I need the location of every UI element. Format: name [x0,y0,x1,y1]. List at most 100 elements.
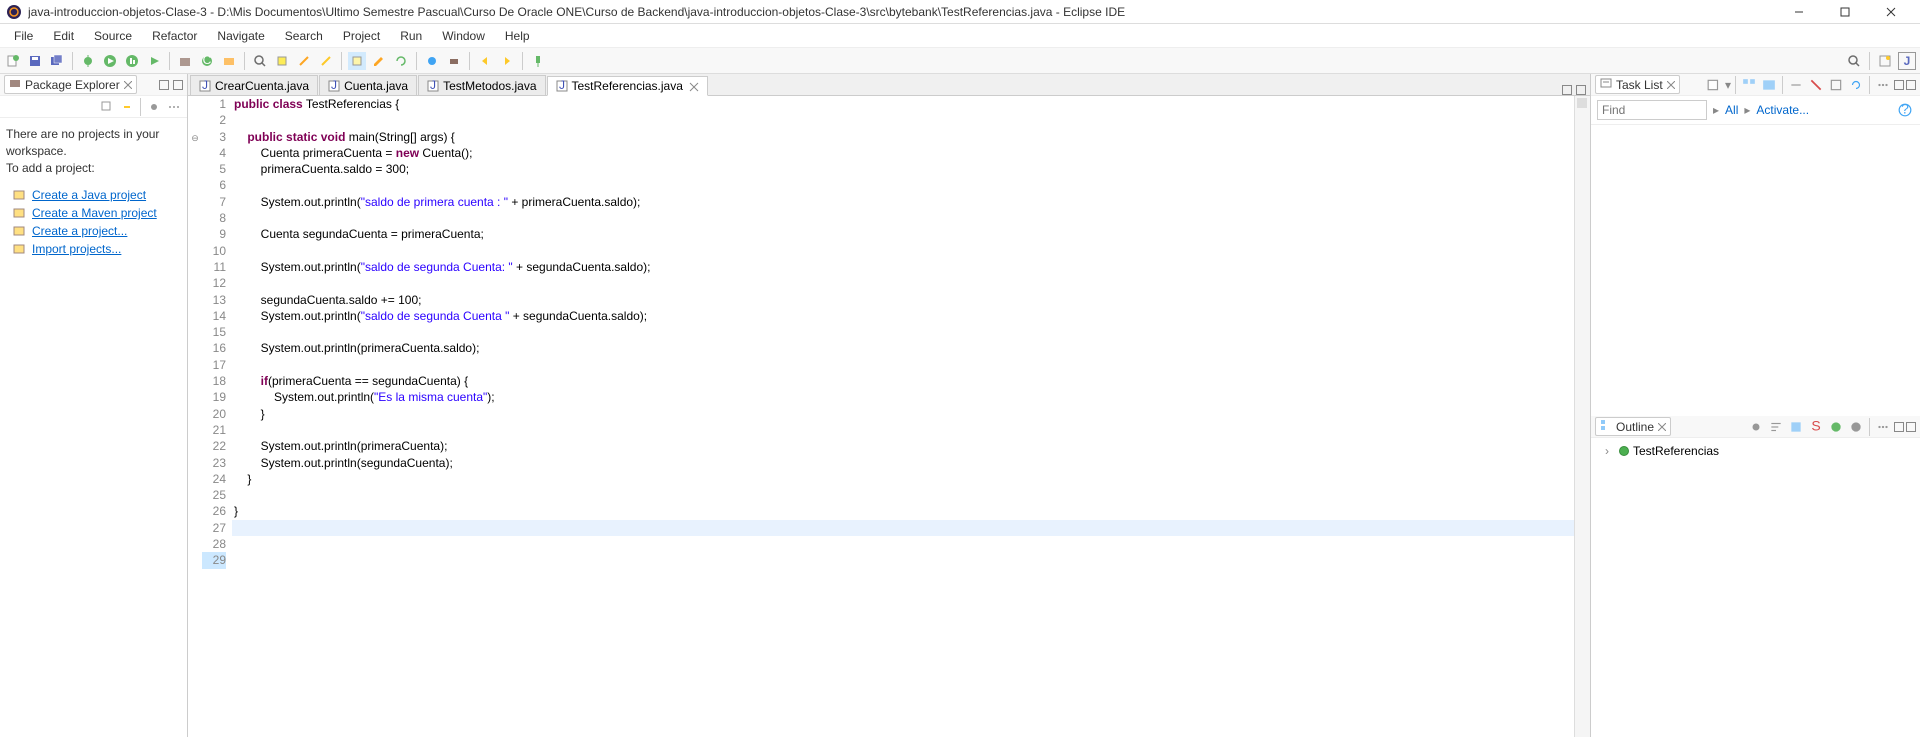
filter-static-icon[interactable]: S [1807,418,1825,436]
project-link[interactable]: Import projects... [12,242,181,256]
menu-refactor[interactable]: Refactor [142,27,207,45]
link-editor-icon[interactable] [118,98,136,116]
minimize-button[interactable] [1776,0,1822,24]
outline-item[interactable]: ›TestReferencias [1597,442,1914,460]
run-last-icon[interactable] [145,52,163,70]
pin-icon[interactable] [529,52,547,70]
schedule-icon[interactable] [1760,76,1778,94]
new-task-icon[interactable] [1705,76,1723,94]
link-label[interactable]: Create a Maven project [32,206,157,220]
menu-source[interactable]: Source [84,27,142,45]
project-link[interactable]: Create a Maven project [12,206,181,220]
editor-tab[interactable]: JCuenta.java [319,75,417,95]
main-toolbar: C J [0,48,1920,74]
minimize-editor-icon[interactable] [1562,85,1572,95]
filter-nonpublic-icon[interactable] [1827,418,1845,436]
code-text-area[interactable]: public class TestReferencias { public st… [232,96,1574,737]
maximize-button[interactable] [1822,0,1868,24]
tab-label: Cuenta.java [344,79,408,93]
menu-project[interactable]: Project [333,27,390,45]
close-tab-icon[interactable] [689,81,699,91]
link-label[interactable]: Create a Java project [32,188,146,202]
focus-task-icon[interactable] [1787,76,1805,94]
menu-window[interactable]: Window [432,27,495,45]
editor-tab[interactable]: JTestReferencias.java [547,76,708,96]
collapse-all-icon[interactable] [98,98,116,116]
open-type-icon[interactable] [220,52,238,70]
project-link[interactable]: Create a Java project [12,188,181,202]
help-icon[interactable]: ? [1896,101,1914,119]
view-menu-icon[interactable] [1874,76,1892,94]
close-view-icon[interactable] [1667,78,1675,92]
pencil-icon[interactable] [370,52,388,70]
task-find-input[interactable] [1597,100,1707,120]
close-view-icon[interactable] [1658,420,1666,434]
dropdown-arrow-icon[interactable]: ▾ [1725,78,1731,92]
toolbar-separator [72,52,73,70]
filter-local-icon[interactable] [1847,418,1865,436]
menu-navigate[interactable]: Navigate [207,27,274,45]
filter-fields-icon[interactable] [1787,418,1805,436]
project-link[interactable]: Create a project... [12,224,181,238]
toggle-mark-icon[interactable] [273,52,291,70]
activate-link[interactable]: Activate... [1756,103,1809,117]
wand-icon[interactable] [295,52,313,70]
menu-file[interactable]: File [4,27,43,45]
maximize-view-icon[interactable] [173,80,183,90]
save-all-icon[interactable] [48,52,66,70]
focus-outline-icon[interactable] [1747,418,1765,436]
sort-icon[interactable] [1767,418,1785,436]
ant-icon[interactable] [445,52,463,70]
view-menu-icon[interactable] [165,98,183,116]
search-access-icon[interactable] [1845,52,1863,70]
tab-label: TestMetodos.java [443,79,536,93]
breakpoint-icon[interactable] [423,52,441,70]
expand-icon[interactable]: › [1605,444,1615,458]
minimize-view-icon[interactable] [1894,80,1904,90]
menu-run[interactable]: Run [390,27,432,45]
window-titlebar: java-introduccion-objetos-Clase-3 - D:\M… [0,0,1920,24]
new-package-icon[interactable] [176,52,194,70]
close-view-icon[interactable] [124,78,132,92]
hide-icon[interactable] [1807,76,1825,94]
close-button[interactable] [1868,0,1914,24]
toolbar-separator [169,52,170,70]
refresh-icon[interactable] [392,52,410,70]
minimize-view-icon[interactable] [159,80,169,90]
categorize-icon[interactable] [1740,76,1758,94]
maximize-editor-icon[interactable] [1576,85,1586,95]
view-menu-icon[interactable] [1874,418,1892,436]
highlight-icon[interactable] [348,52,366,70]
maximize-view-icon[interactable] [1906,80,1916,90]
nav-back-icon[interactable] [476,52,494,70]
save-icon[interactable] [26,52,44,70]
svg-text:S: S [1811,420,1820,434]
wand2-icon[interactable] [317,52,335,70]
menu-edit[interactable]: Edit [43,27,84,45]
open-perspective-icon[interactable] [1876,52,1894,70]
run-icon[interactable] [101,52,119,70]
coverage-icon[interactable] [123,52,141,70]
collapse-icon[interactable] [1827,76,1845,94]
editor-body[interactable]: ⊖ 12345678910111213141516171819202122232… [188,96,1590,737]
menu-help[interactable]: Help [495,27,540,45]
menu-search[interactable]: Search [275,27,333,45]
vertical-scrollbar[interactable] [1574,96,1590,737]
maximize-view-icon[interactable] [1906,422,1916,432]
nav-forward-icon[interactable] [498,52,516,70]
editor-tab[interactable]: JTestMetodos.java [418,75,545,95]
sync-icon[interactable] [1847,76,1865,94]
new-class-icon[interactable]: C [198,52,216,70]
focus-icon[interactable] [145,98,163,116]
search-icon[interactable] [251,52,269,70]
link-label[interactable]: Create a project... [32,224,127,238]
minimize-view-icon[interactable] [1894,422,1904,432]
editor-tab[interactable]: JCrearCuenta.java [190,75,318,95]
all-filter-link[interactable]: All [1725,103,1738,117]
link-label[interactable]: Import projects... [32,242,121,256]
java-perspective-icon[interactable]: J [1898,52,1916,70]
wizard-icon [12,224,26,238]
outline-title: Outline [1616,420,1654,434]
new-icon[interactable] [4,52,22,70]
debug-icon[interactable] [79,52,97,70]
